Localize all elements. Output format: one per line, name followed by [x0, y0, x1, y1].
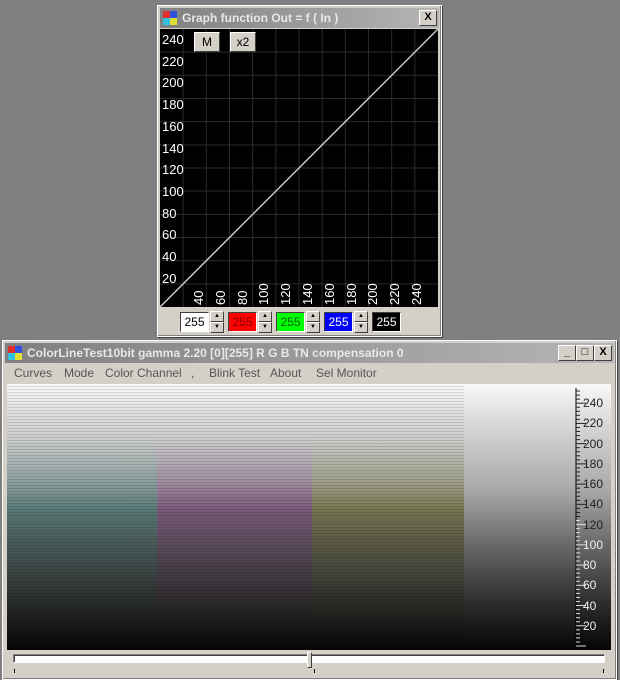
test-pattern-canvas[interactable]: 240 220 200 180 160 140 120 100 80 60 40 20 — [7, 384, 611, 650]
x-tick-label: 100 — [256, 283, 272, 305]
x-tick-label: 240 — [409, 283, 424, 305]
green-spinner[interactable]: ▲ ▼ — [306, 311, 320, 333]
ruler-label: 240 — [583, 396, 604, 411]
graph-title-bar[interactable]: Graph function Out = f ( In ) X — [160, 8, 439, 28]
close-button[interactable]: X — [594, 345, 612, 361]
ruler-label: 120 — [583, 517, 604, 532]
spin-up-icon[interactable]: ▲ — [354, 311, 368, 322]
ruler-label: 100 — [583, 537, 604, 552]
menu-item-mode[interactable]: Mode — [64, 366, 94, 380]
app-icon — [8, 346, 22, 360]
y-tick-label: 20 — [162, 270, 177, 286]
white-value-field[interactable]: 255 — [180, 312, 209, 332]
x2-button[interactable]: x2 — [230, 32, 256, 52]
ruler-label: 140 — [583, 497, 604, 512]
blue-value-field[interactable]: 255 — [324, 312, 353, 332]
menu-item-color-channel[interactable]: Color Channel — [105, 366, 182, 380]
y-tick-label: 160 — [162, 118, 184, 134]
x-tick-label: 220 — [387, 283, 403, 305]
y-tick-label: 200 — [162, 75, 184, 91]
x-tick-label: 60 — [212, 290, 228, 305]
x-tick-label: 120 — [278, 283, 294, 305]
channel-controls: 255 ▲ ▼ 255 ▲ ▼ 255 ▲ ▼ 255 ▲ ▼ 255 — [160, 308, 438, 333]
slider-tick — [314, 669, 315, 673]
spin-down-icon[interactable]: ▼ — [354, 322, 368, 333]
menu-item-blink-test[interactable]: Blink Test — [209, 366, 260, 380]
spin-down-icon[interactable]: ▼ — [306, 322, 320, 333]
spin-down-icon[interactable]: ▼ — [258, 322, 272, 333]
y-tick-label: 60 — [162, 227, 177, 243]
y-tick-label: 180 — [162, 97, 184, 113]
ruler-label: 20 — [583, 618, 597, 633]
graph-function-window: Graph function Out = f ( In ) X 240 220 20… — [157, 5, 442, 337]
menu-item-[interactable]: , — [191, 366, 194, 380]
x-tick-label: 80 — [234, 290, 250, 305]
spin-down-icon[interactable]: ▼ — [210, 322, 224, 333]
spin-up-icon[interactable]: ▲ — [258, 311, 272, 322]
ruler-label: 220 — [583, 416, 604, 431]
level-slider[interactable] — [7, 652, 611, 676]
menu-item-about[interactable]: About — [270, 366, 301, 380]
y-tick-label: 100 — [162, 183, 184, 199]
menu-bar: Curves Mode Color Channel, Blink Test About S… — [5, 364, 614, 382]
main-title-bar[interactable]: ColorLineTest10bit gamma 2.20 [0][255] R… — [5, 343, 614, 363]
ruler-label: 180 — [583, 456, 604, 471]
x-tick-label: 180 — [343, 283, 359, 305]
spin-up-icon[interactable]: ▲ — [306, 311, 320, 322]
magenta-color-strip — [157, 384, 312, 650]
blue-spinner[interactable]: ▲ ▼ — [354, 311, 368, 333]
level-ruler: 240 220 200 180 160 140 120 100 80 60 40 20 — [567, 384, 611, 650]
black-value-field[interactable]: 255 — [372, 312, 401, 332]
m-button[interactable]: M — [194, 32, 220, 52]
y-tick-label: 80 — [162, 205, 177, 221]
spin-up-icon[interactable]: ▲ — [210, 311, 224, 322]
red-value-field[interactable]: 255 — [228, 312, 257, 332]
graph-window-title: Graph function Out = f ( In ) — [182, 11, 339, 25]
y-tick-label: 120 — [162, 162, 184, 178]
y-tick-label: 40 — [162, 249, 177, 264]
y-tick-label: 220 — [162, 53, 184, 69]
main-window-title: ColorLineTest10bit gamma 2.20 [0][255] R… — [27, 346, 404, 360]
ruler-label: 40 — [583, 598, 597, 613]
x-tick-label: 160 — [321, 283, 337, 305]
close-button[interactable]: X — [419, 10, 437, 26]
slider-thumb[interactable] — [307, 652, 312, 668]
white-spinner[interactable]: ▲ ▼ — [210, 311, 224, 333]
menu-item-curves[interactable]: Curves — [14, 366, 52, 380]
slider-tick — [603, 669, 604, 673]
app-icon — [163, 11, 177, 25]
slider-tick — [14, 669, 15, 673]
minimize-button[interactable]: _ — [558, 345, 576, 361]
ruler-label: 60 — [583, 578, 597, 593]
x-tick-label: 200 — [365, 283, 381, 305]
yellow-color-strip — [312, 384, 464, 650]
ruler-label: 160 — [583, 477, 604, 492]
color-line-test-window: ColorLineTest10bit gamma 2.20 [0][255] R… — [2, 340, 617, 680]
cyan-color-strip — [7, 384, 157, 650]
red-spinner[interactable]: ▲ ▼ — [258, 311, 272, 333]
menu-item-sel-monitor[interactable]: Sel Monitor — [316, 366, 377, 380]
ruler-label: 200 — [583, 436, 604, 451]
y-tick-label: 240 — [162, 32, 184, 47]
y-tick-label: 140 — [162, 140, 184, 156]
maximize-button[interactable]: □ — [576, 345, 594, 361]
green-value-field[interactable]: 255 — [276, 312, 305, 332]
x-tick-label: 140 — [300, 283, 315, 305]
graph-plot-area[interactable]: 240 220 200 180 160 140 120 100 80 60 40 20 40 60 80 1… — [160, 29, 438, 307]
ruler-label: 80 — [583, 558, 597, 573]
x-tick-label: 40 — [191, 290, 206, 305]
graph-svg — [160, 29, 438, 307]
